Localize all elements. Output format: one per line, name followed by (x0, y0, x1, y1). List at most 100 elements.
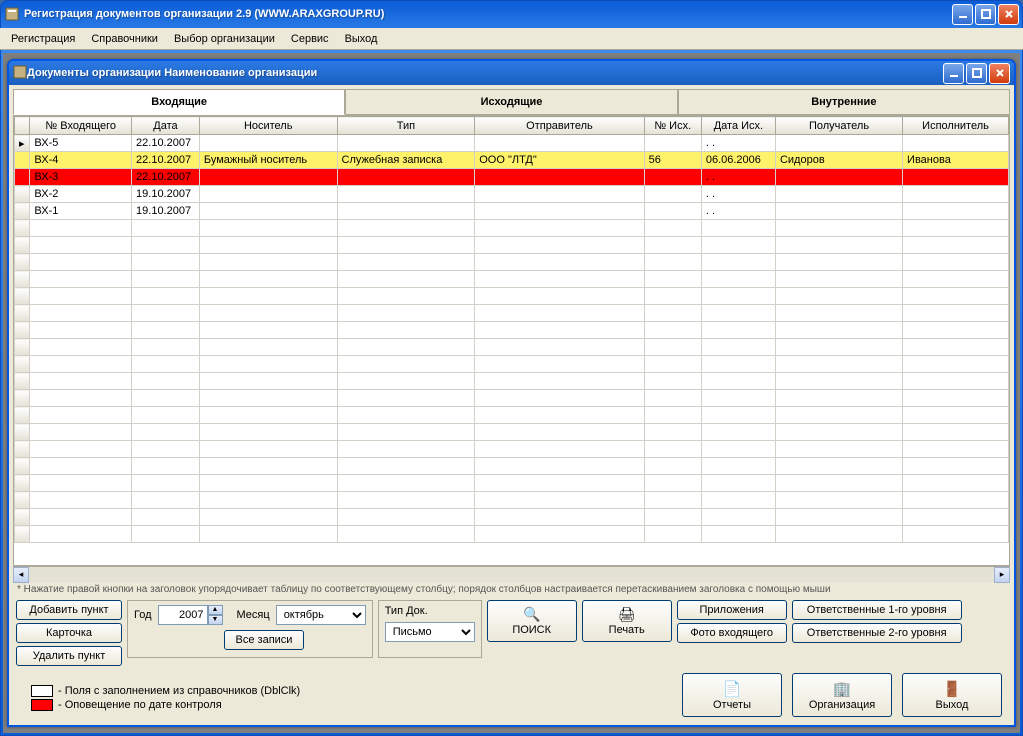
table-row[interactable] (15, 509, 1009, 526)
cell[interactable] (132, 407, 200, 424)
year-spinner[interactable]: ▲▼ (158, 605, 223, 625)
cell[interactable] (30, 390, 132, 407)
column-header[interactable]: Тип (337, 117, 475, 135)
cell[interactable] (199, 424, 337, 441)
menu-choose-org[interactable]: Выбор организации (167, 31, 282, 47)
cell[interactable] (903, 424, 1009, 441)
cell[interactable] (30, 356, 132, 373)
cell[interactable] (475, 271, 644, 288)
cell[interactable] (337, 169, 475, 186)
delete-item-button[interactable]: Удалить пункт (16, 646, 122, 666)
cell[interactable]: ООО "ЛТД" (475, 152, 644, 169)
cell[interactable] (475, 356, 644, 373)
cell[interactable] (644, 492, 701, 509)
cell[interactable] (337, 220, 475, 237)
cell[interactable] (475, 475, 644, 492)
cell[interactable]: 56 (644, 152, 701, 169)
cell[interactable] (701, 509, 775, 526)
cell[interactable] (644, 373, 701, 390)
all-records-button[interactable]: Все записи (224, 630, 304, 650)
cell[interactable] (30, 407, 132, 424)
cell[interactable] (701, 390, 775, 407)
cell[interactable] (475, 322, 644, 339)
cell[interactable] (132, 509, 200, 526)
cell[interactable] (475, 305, 644, 322)
cell[interactable] (199, 169, 337, 186)
cell[interactable] (701, 475, 775, 492)
responsible-level2-button[interactable]: Ответственные 2-го уровня (792, 623, 962, 643)
cell[interactable] (337, 305, 475, 322)
cell[interactable] (775, 441, 902, 458)
cell[interactable]: ВХ-3 (30, 169, 132, 186)
cell[interactable] (199, 509, 337, 526)
table-row[interactable]: ВХ-219.10.2007. . (15, 186, 1009, 203)
cell[interactable] (30, 458, 132, 475)
scroll-right-arrow[interactable]: ▸ (994, 567, 1010, 583)
cell[interactable] (199, 356, 337, 373)
cell[interactable] (903, 254, 1009, 271)
cell[interactable] (337, 475, 475, 492)
column-header[interactable]: Дата Исх. (701, 117, 775, 135)
cell[interactable] (337, 271, 475, 288)
cell[interactable] (337, 339, 475, 356)
cell[interactable] (644, 220, 701, 237)
cell[interactable] (132, 322, 200, 339)
table-row[interactable] (15, 526, 1009, 543)
cell[interactable] (903, 458, 1009, 475)
cell[interactable] (644, 458, 701, 475)
table-row[interactable] (15, 356, 1009, 373)
table-row[interactable] (15, 407, 1009, 424)
cell[interactable]: Служебная записка (337, 152, 475, 169)
cell[interactable] (644, 169, 701, 186)
cell[interactable] (132, 271, 200, 288)
outer-titlebar[interactable]: Регистрация документов организации 2.9 (… (0, 0, 1023, 28)
cell[interactable] (475, 203, 644, 220)
cell[interactable] (199, 203, 337, 220)
cell[interactable] (30, 237, 132, 254)
table-row[interactable]: ▸ВХ-522.10.2007. . (15, 135, 1009, 152)
cell[interactable] (199, 475, 337, 492)
cell[interactable] (903, 356, 1009, 373)
cell[interactable] (701, 526, 775, 543)
year-down-icon[interactable]: ▼ (208, 615, 223, 625)
cell[interactable] (337, 186, 475, 203)
table-row[interactable] (15, 305, 1009, 322)
cell[interactable] (701, 220, 775, 237)
year-input[interactable] (158, 605, 208, 625)
cell[interactable] (644, 407, 701, 424)
minimize-button[interactable] (952, 4, 973, 25)
cell[interactable] (903, 390, 1009, 407)
cell[interactable] (701, 271, 775, 288)
cell[interactable] (475, 509, 644, 526)
cell[interactable] (701, 288, 775, 305)
cell[interactable]: Иванова (903, 152, 1009, 169)
cell[interactable] (337, 237, 475, 254)
cell[interactable] (701, 492, 775, 509)
cell[interactable] (199, 237, 337, 254)
cell[interactable] (30, 339, 132, 356)
cell[interactable] (701, 441, 775, 458)
cell[interactable] (701, 407, 775, 424)
cell[interactable] (30, 288, 132, 305)
cell[interactable]: 19.10.2007 (132, 186, 200, 203)
cell[interactable] (199, 526, 337, 543)
table-row[interactable]: ВХ-322.10.2007. . (15, 169, 1009, 186)
cell[interactable] (701, 356, 775, 373)
cell[interactable]: . . (701, 169, 775, 186)
table-row[interactable] (15, 441, 1009, 458)
column-header[interactable]: № Входящего (30, 117, 132, 135)
cell[interactable] (775, 509, 902, 526)
responsible-level1-button[interactable]: Ответственные 1-го уровня (792, 600, 962, 620)
cell[interactable] (775, 203, 902, 220)
cell[interactable] (903, 203, 1009, 220)
cell[interactable] (775, 339, 902, 356)
cell[interactable] (337, 322, 475, 339)
cell[interactable] (903, 509, 1009, 526)
column-header[interactable]: Исполнитель (903, 117, 1009, 135)
cell[interactable] (132, 492, 200, 509)
table-row[interactable] (15, 390, 1009, 407)
cell[interactable] (775, 305, 902, 322)
cell[interactable] (903, 492, 1009, 509)
menu-exit[interactable]: Выход (338, 31, 385, 47)
cell[interactable] (199, 339, 337, 356)
